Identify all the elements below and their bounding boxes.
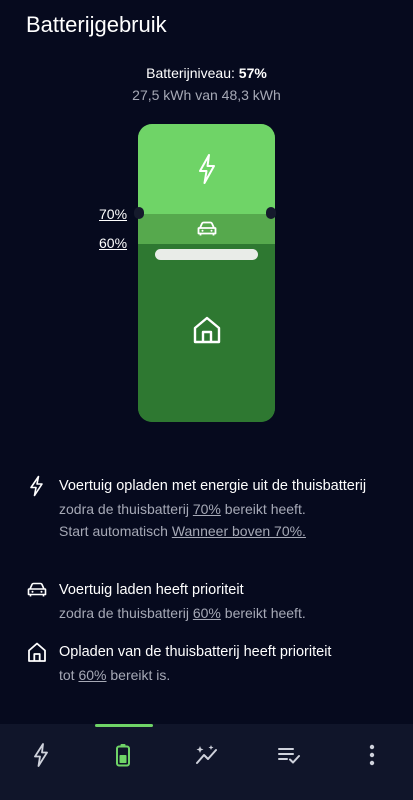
car-icon: [197, 221, 216, 236]
nav-item-more[interactable]: [359, 742, 385, 768]
battery-level-text: Batterijniveau: 57%: [0, 65, 413, 81]
car-icon: [27, 582, 47, 597]
info-subtitle-text: bereikt heeft.: [220, 501, 306, 517]
nav-item-battery[interactable]: [110, 742, 136, 768]
battery-energy-text: 27,5 kWh van 48,3 kWh: [132, 87, 281, 103]
info-subtitle-text: zodra de thuisbatterij: [59, 605, 193, 621]
battery-graphic: [138, 124, 275, 422]
battery-level-value: 57%: [238, 65, 267, 81]
battery-level-label: Batterijniveau:: [146, 65, 239, 81]
info-title: Voertuig opladen met energie uit de thui…: [59, 478, 367, 494]
info-subtitle-text: bereikt heeft.: [220, 605, 306, 621]
bolt-icon: [198, 154, 215, 184]
page-title: Batterijgebruik: [26, 12, 167, 37]
bolt-icon: [34, 743, 48, 767]
info-subtitle-text: zodra de thuisbatterij: [59, 501, 193, 517]
threshold-link[interactable]: 70%: [193, 501, 221, 517]
info-title: Opladen van de thuisbatterij heeft prior…: [59, 644, 332, 660]
vehicle-from-home-segment: [138, 124, 275, 214]
vehicle-priority-segment: [138, 214, 275, 244]
nav-active-indicator: [95, 724, 153, 727]
nav-item-insights[interactable]: [194, 742, 220, 768]
auto-start-link[interactable]: Wanneer boven 70%.: [172, 523, 306, 539]
bolt-icon: [30, 475, 43, 497]
threshold-link[interactable]: 60%: [193, 605, 221, 621]
info-subtitle: zodra de thuisbatterij 60% bereikt heeft…: [59, 602, 399, 624]
list-check-icon: [278, 748, 300, 764]
upper-threshold-label[interactable]: 70%: [99, 206, 127, 222]
info-subtitle-text: Start automatisch: [59, 523, 172, 539]
nav-item-charging[interactable]: [28, 742, 54, 768]
more-vertical-icon: [369, 744, 375, 766]
info-subtitle: zodra de thuisbatterij 70% bereikt heeft…: [59, 498, 399, 520]
battery-icon: [116, 744, 130, 767]
lower-threshold-label[interactable]: 60%: [99, 235, 127, 251]
house-icon: [193, 316, 220, 344]
info-subtitle: tot 60% bereikt is.: [59, 664, 399, 686]
upper-threshold-handle-right[interactable]: [266, 207, 276, 219]
info-subtitle: Start automatisch Wanneer boven 70%.: [59, 520, 399, 542]
info-subtitle-text: bereikt is.: [106, 667, 171, 683]
sparkle-chart-icon: [196, 745, 217, 764]
nav-item-tasks[interactable]: [276, 742, 302, 768]
upper-threshold-handle-left[interactable]: [134, 207, 144, 219]
info-subtitle-text: tot: [59, 667, 79, 683]
house-icon: [28, 642, 46, 662]
battery-level-indicator[interactable]: [155, 249, 258, 260]
threshold-link[interactable]: 60%: [78, 667, 106, 683]
info-title: Voertuig laden heeft prioriteit: [59, 582, 244, 598]
